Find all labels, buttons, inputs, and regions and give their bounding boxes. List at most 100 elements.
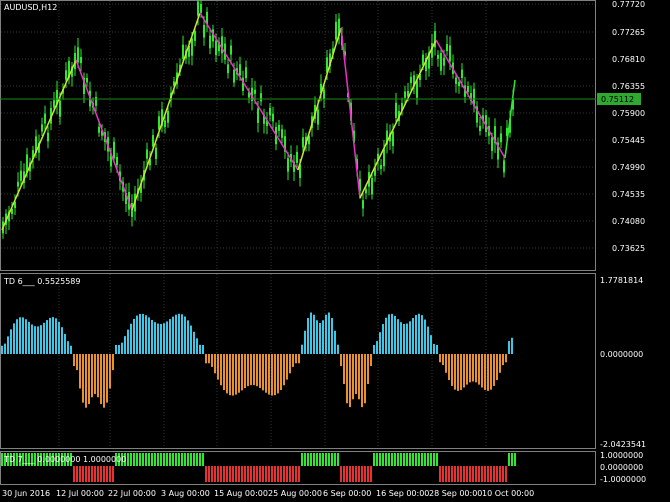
td7-bar bbox=[457, 466, 459, 482]
td6-bar bbox=[481, 354, 483, 388]
td7-bar bbox=[199, 453, 201, 466]
td7-bar bbox=[433, 453, 435, 466]
td7-bar bbox=[292, 466, 294, 482]
td7-bar bbox=[184, 453, 186, 466]
price-tick: 0.75900 bbox=[612, 109, 645, 118]
candle-body bbox=[302, 137, 304, 148]
td6-bar bbox=[124, 336, 126, 354]
td6-bar bbox=[424, 319, 426, 354]
candle-body bbox=[287, 158, 289, 172]
td6-bar bbox=[247, 354, 249, 387]
td7-bar bbox=[364, 466, 366, 482]
candle-body bbox=[53, 100, 55, 108]
td6-bar bbox=[88, 354, 90, 405]
td7-tick: -1.0000000 bbox=[600, 475, 646, 484]
candle-body bbox=[47, 132, 49, 142]
td7-bar bbox=[217, 466, 219, 482]
time-label: 10 Oct 00:00 bbox=[482, 489, 534, 498]
td6-bar bbox=[316, 320, 318, 354]
td6-bar bbox=[493, 354, 495, 386]
chart-canvas[interactable]: AUDUSD,H12 TD 6___ 0.5525589 TD 7___ 0.0… bbox=[0, 0, 670, 502]
td7-bar bbox=[418, 453, 420, 466]
td7-bar bbox=[130, 453, 132, 466]
td6-bar bbox=[508, 341, 510, 354]
td7-bar bbox=[91, 466, 93, 482]
td6-label: TD 6___ 0.5525589 bbox=[3, 277, 80, 286]
td6-tick: -2.0423541 bbox=[600, 440, 646, 449]
td6-bar bbox=[361, 354, 363, 408]
candle-body bbox=[209, 35, 211, 49]
td6-bar bbox=[211, 354, 213, 367]
td7-bar bbox=[466, 466, 468, 482]
td7-bar bbox=[445, 466, 447, 482]
td6-bar bbox=[505, 354, 507, 363]
td6-bar bbox=[475, 354, 477, 383]
price-tick: 0.74990 bbox=[612, 163, 645, 172]
td6-bar bbox=[343, 354, 345, 385]
zigzag-segment bbox=[75, 59, 133, 211]
td7-bar bbox=[385, 453, 387, 466]
zigzag-segment bbox=[359, 39, 437, 199]
td6-bar bbox=[199, 344, 201, 354]
td7-bar bbox=[406, 453, 408, 466]
td7-bar bbox=[112, 466, 114, 482]
td7-bar bbox=[106, 466, 108, 482]
td7-bar bbox=[181, 453, 183, 466]
td7-bar bbox=[151, 453, 153, 466]
zigzag-segment bbox=[199, 12, 299, 171]
price-tick: 0.74535 bbox=[612, 190, 645, 199]
td6-bar bbox=[307, 318, 309, 354]
candle-body bbox=[479, 125, 481, 132]
td6-bar bbox=[283, 354, 285, 386]
td7-bar bbox=[97, 466, 99, 482]
td7-bar bbox=[421, 453, 423, 466]
td6-bar bbox=[25, 319, 27, 354]
candle-body bbox=[44, 113, 46, 124]
td7-bar bbox=[145, 453, 147, 466]
td7-bar bbox=[469, 466, 471, 482]
td6-bar bbox=[241, 354, 243, 391]
candle-body bbox=[257, 108, 259, 123]
td6-bar bbox=[448, 354, 450, 381]
td7-bar bbox=[253, 466, 255, 482]
td6-bar bbox=[55, 318, 57, 354]
td7-bar bbox=[163, 453, 165, 466]
time-label: 6 Sep 00:00 bbox=[323, 489, 371, 498]
price-tick: 0.77720 bbox=[612, 0, 645, 9]
td7-bar bbox=[313, 453, 315, 466]
td7-bar bbox=[88, 466, 90, 482]
time-label: 16 Sep 00:00 bbox=[376, 489, 429, 498]
candle-body bbox=[116, 156, 118, 166]
td6-bar bbox=[478, 354, 480, 385]
candle-body bbox=[59, 100, 61, 117]
candle-body bbox=[380, 164, 382, 169]
candle-body bbox=[272, 113, 274, 122]
td6-bar bbox=[502, 354, 504, 366]
td6-bar bbox=[202, 345, 204, 354]
td7-bar bbox=[286, 466, 288, 482]
price-tick: 0.73625 bbox=[612, 244, 645, 253]
td6-bar bbox=[244, 354, 246, 389]
candle-body bbox=[215, 40, 217, 55]
td7-bar bbox=[73, 466, 75, 482]
candle-body bbox=[260, 93, 262, 102]
td7-bar bbox=[463, 466, 465, 482]
time-label: 12 Jul 00:00 bbox=[56, 489, 104, 498]
td7-bar bbox=[316, 453, 318, 466]
td7-bar bbox=[169, 453, 171, 466]
td7-bar bbox=[148, 453, 150, 466]
td6-bar bbox=[220, 354, 222, 386]
td7-bar bbox=[136, 453, 138, 466]
td7-bar bbox=[220, 466, 222, 482]
time-label: 22 Jul 00:00 bbox=[108, 489, 156, 498]
td7-bar bbox=[343, 466, 345, 482]
td6-bar bbox=[358, 354, 360, 400]
td6-bar bbox=[232, 354, 234, 396]
td7-bar bbox=[439, 466, 441, 482]
td7-bar bbox=[346, 466, 348, 482]
td6-bar bbox=[172, 316, 174, 354]
price-axis: 0.77720 0.77265 0.76810 0.76355 0.75900 … bbox=[612, 0, 645, 253]
td7-bar bbox=[193, 453, 195, 466]
td6-bar bbox=[430, 335, 432, 354]
td6-bar bbox=[376, 341, 378, 354]
